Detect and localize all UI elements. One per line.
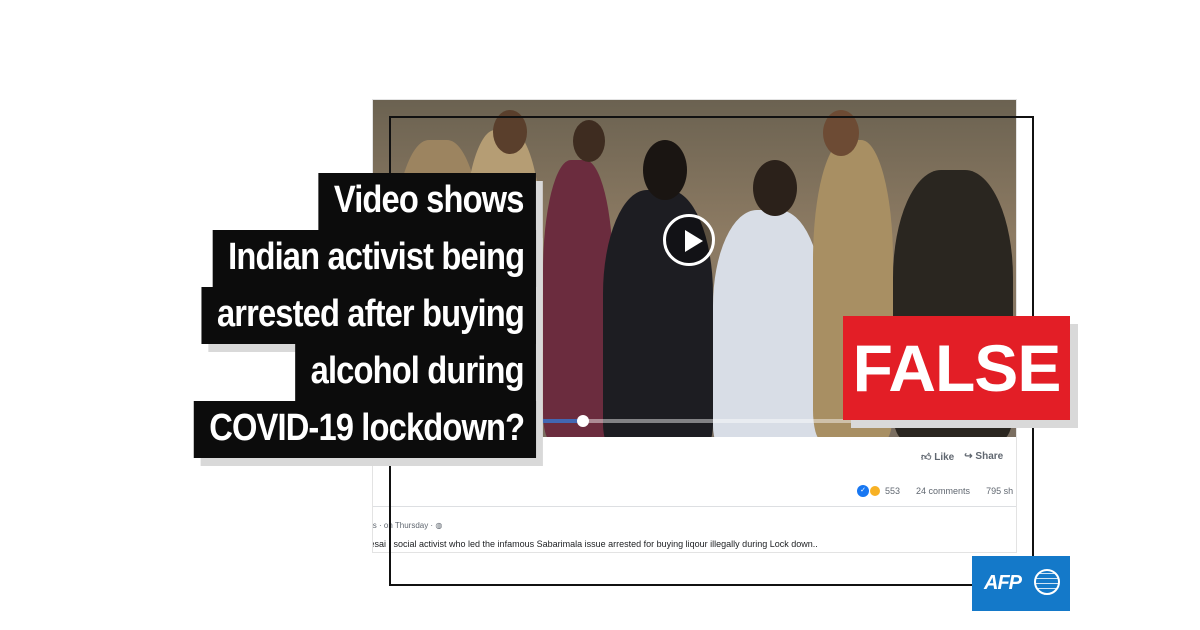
headline: Video shows Indian activist being arrest… [138, 173, 536, 458]
afp-logo: AFP [972, 556, 1070, 611]
headline-line: alcohol during [295, 344, 536, 401]
headline-line: COVID-19 lockdown? [193, 401, 536, 458]
afp-logo-text: AFP [984, 572, 1022, 594]
globe-icon [1034, 569, 1060, 595]
headline-line: arrested after buying [201, 287, 536, 344]
headline-line: Indian activist being [212, 230, 536, 287]
headline-line: Video shows [318, 173, 536, 230]
false-verdict-badge: FALSE [843, 316, 1070, 420]
